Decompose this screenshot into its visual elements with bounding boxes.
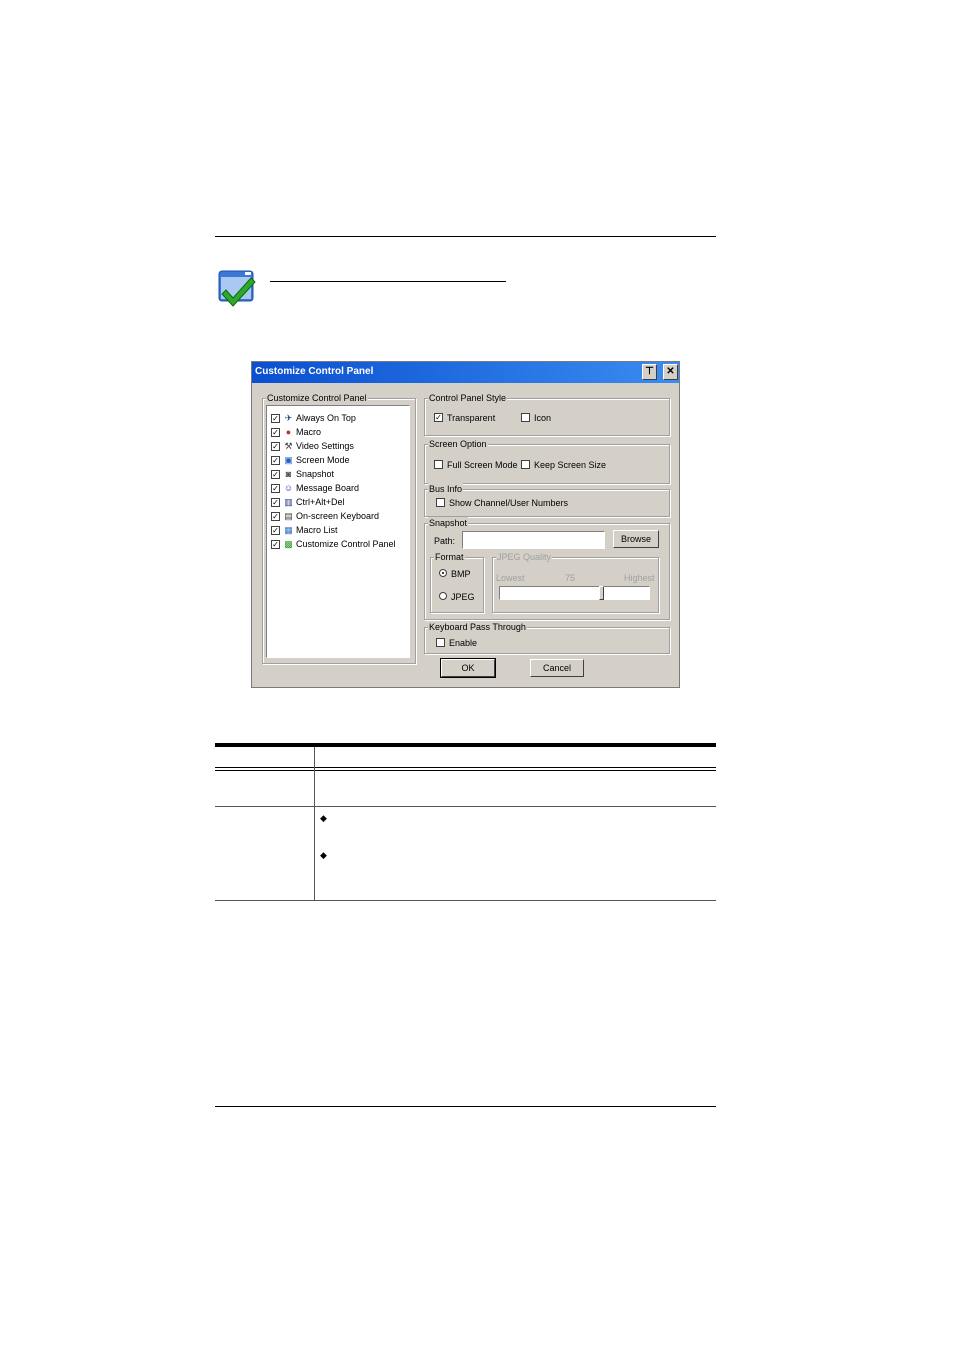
format-group: Format bbox=[430, 551, 484, 613]
screen-mode-icon: ▣ bbox=[284, 455, 293, 465]
screen-mode-checkbox[interactable]: ✓ bbox=[271, 456, 280, 465]
dialog-title: Customize Control Panel bbox=[255, 366, 374, 377]
bus-info-label: Bus Info bbox=[428, 483, 464, 495]
camera-icon: ◙ bbox=[285, 469, 292, 479]
customize-icon: ▩ bbox=[284, 539, 293, 549]
transparent-checkbox[interactable]: ✓ bbox=[434, 413, 443, 422]
table-header-rule-double bbox=[215, 770, 716, 771]
heading-underline bbox=[270, 281, 506, 282]
table-header-rule bbox=[215, 767, 716, 768]
keep-screen-size-checkbox[interactable] bbox=[521, 460, 530, 469]
table-bullet: ◆ bbox=[320, 850, 327, 860]
macro-checkbox[interactable]: ✓ bbox=[271, 428, 280, 437]
jpeg-quality-label: JPEG Quality bbox=[496, 551, 553, 563]
jpeg-quality-slider-track[interactable] bbox=[499, 586, 650, 600]
list-item-label: Video Settings bbox=[296, 441, 354, 451]
list-item-label: On-screen Keyboard bbox=[296, 511, 380, 521]
table-top-rule bbox=[215, 743, 716, 747]
jpeg-label: JPEG bbox=[451, 592, 475, 602]
table-row-divider bbox=[215, 806, 716, 807]
footer-rule bbox=[215, 1106, 716, 1107]
snapshot-label: Snapshot bbox=[428, 517, 469, 529]
jpeg-radio[interactable] bbox=[439, 592, 447, 600]
macro-icon: ● bbox=[285, 427, 292, 437]
always-on-top-checkbox[interactable]: ✓ bbox=[271, 414, 280, 423]
path-input[interactable] bbox=[462, 531, 605, 549]
table-column-divider bbox=[314, 747, 315, 900]
show-channel-user-numbers-label: Show Channel/User Numbers bbox=[449, 498, 569, 508]
on-screen-keyboard-checkbox[interactable]: ✓ bbox=[271, 512, 280, 521]
browse-button[interactable]: Browse bbox=[613, 530, 659, 548]
icon-label: Icon bbox=[534, 413, 552, 423]
jpeg-quality-slider-thumb[interactable] bbox=[599, 586, 604, 600]
close-button[interactable]: ✕ bbox=[663, 364, 678, 380]
message-board-icon: ☺ bbox=[283, 483, 294, 493]
cancel-button[interactable]: Cancel bbox=[530, 659, 584, 677]
header-rule bbox=[215, 236, 716, 237]
customize-control-panel-checkbox[interactable]: ✓ bbox=[271, 540, 280, 549]
pushpin-icon: ✈ bbox=[284, 413, 293, 423]
control-panel-style-label: Control Panel Style bbox=[428, 392, 508, 404]
full-screen-mode-checkbox[interactable] bbox=[434, 460, 443, 469]
macro-list-checkbox[interactable]: ✓ bbox=[271, 526, 280, 535]
hammer-icon: ⚒ bbox=[284, 441, 293, 451]
table-bottom-rule bbox=[215, 900, 716, 901]
show-channel-user-numbers-checkbox[interactable] bbox=[436, 498, 445, 507]
message-board-checkbox[interactable]: ✓ bbox=[271, 484, 280, 493]
keyboard-icon: ▤ bbox=[284, 511, 293, 521]
list-item-label: Ctrl+Alt+Del bbox=[296, 497, 345, 507]
list-item-label: Customize Control Panel bbox=[296, 539, 396, 549]
enable-label: Enable bbox=[449, 638, 478, 648]
list-item-label: Macro bbox=[296, 427, 322, 437]
video-settings-checkbox[interactable]: ✓ bbox=[271, 442, 280, 451]
list-item-label: Macro List bbox=[296, 525, 338, 535]
list-item-label: Message Board bbox=[296, 483, 360, 493]
list-item-label: Screen Mode bbox=[296, 455, 350, 465]
enable-checkbox[interactable] bbox=[436, 638, 445, 647]
format-label: Format bbox=[434, 551, 465, 563]
icon-checkbox[interactable] bbox=[521, 413, 530, 422]
list-item-label: Snapshot bbox=[296, 469, 335, 479]
table-bullet: ◆ bbox=[320, 813, 327, 823]
customize-list-group-label: Customize Control Panel bbox=[266, 392, 368, 404]
highest-label: Highest bbox=[624, 573, 655, 583]
ok-button[interactable]: OK bbox=[440, 658, 496, 678]
path-label: Path: bbox=[434, 536, 456, 546]
transparent-label: Transparent bbox=[447, 413, 496, 423]
snapshot-checkbox[interactable]: ✓ bbox=[271, 470, 280, 479]
keep-screen-size-label: Keep Screen Size bbox=[534, 460, 607, 470]
keyboard-pass-through-label: Keyboard Pass Through bbox=[428, 621, 527, 633]
ctrl-alt-del-icon: ▥ bbox=[284, 497, 293, 507]
customize-items-listbox[interactable]: ✓ ✈ Always On Top ✓ ● Macro ✓ ⚒ Video Se… bbox=[266, 405, 410, 658]
list-item-label: Always On Top bbox=[296, 413, 356, 423]
ctrl-alt-del-checkbox[interactable]: ✓ bbox=[271, 498, 280, 507]
lowest-label: Lowest bbox=[496, 573, 525, 583]
full-screen-mode-label: Full Screen Mode bbox=[447, 460, 518, 470]
jpeg-quality-group: JPEG Quality bbox=[492, 551, 659, 613]
customize-panel-page-icon bbox=[218, 268, 258, 308]
bmp-label: BMP bbox=[451, 569, 471, 579]
bmp-radio[interactable] bbox=[439, 569, 447, 577]
screen-option-label: Screen Option bbox=[428, 438, 488, 450]
dialog-titlebar[interactable]: Customize Control Panel ⊤ ✕ bbox=[252, 362, 679, 383]
pin-button[interactable]: ⊤ bbox=[642, 364, 657, 380]
macro-list-icon: ▦ bbox=[284, 525, 293, 535]
quality-value-label: 75 bbox=[565, 573, 576, 583]
